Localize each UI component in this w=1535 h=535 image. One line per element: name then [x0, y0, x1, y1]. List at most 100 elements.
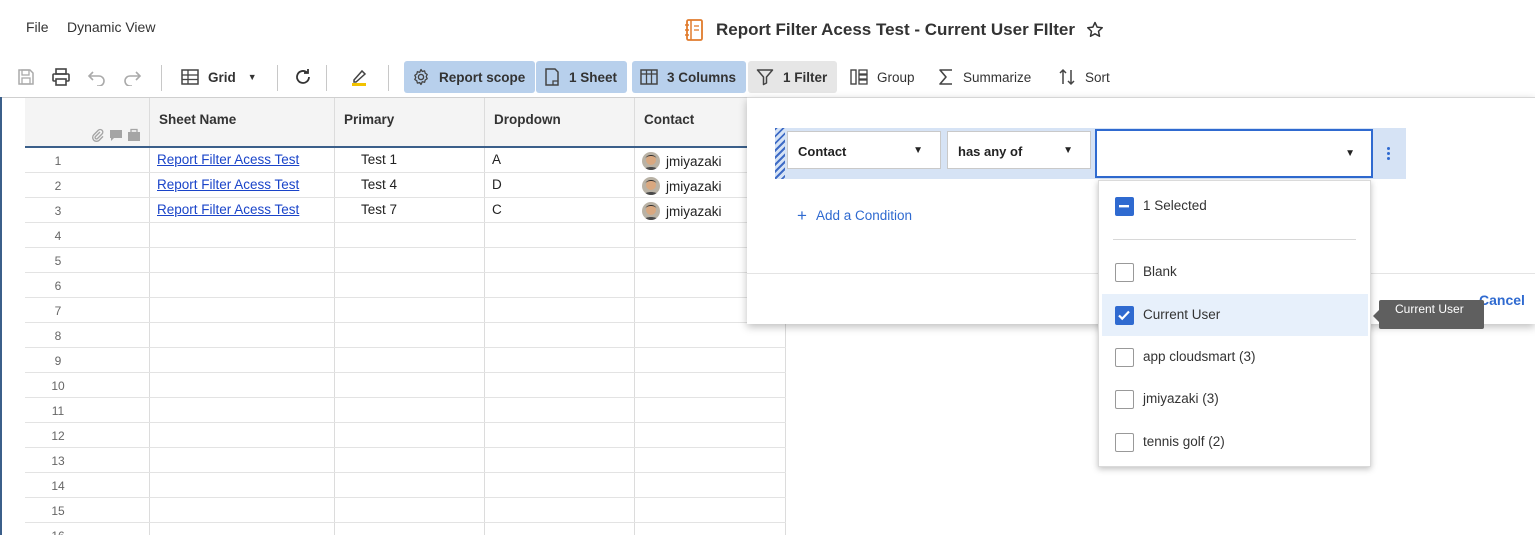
columns-button[interactable]: 3 Columns: [632, 61, 747, 93]
cell-dropdown[interactable]: [485, 473, 635, 497]
cell-sheet-name[interactable]: Report Filter Acess Test: [150, 148, 335, 172]
cell-sheet-name[interactable]: [150, 398, 335, 422]
cell-dropdown[interactable]: [485, 298, 635, 322]
report-scope-button[interactable]: Report scope: [404, 61, 536, 93]
table-row[interactable]: 11: [25, 398, 786, 423]
cell-contact[interactable]: [635, 498, 786, 522]
cell-primary[interactable]: [335, 248, 485, 272]
checked-checkbox-icon[interactable]: [1115, 306, 1134, 325]
cell-dropdown[interactable]: [485, 273, 635, 297]
cell-primary[interactable]: [335, 423, 485, 447]
cell-dropdown[interactable]: D: [485, 173, 635, 197]
cell-sheet-name[interactable]: [150, 523, 335, 535]
menu-file[interactable]: File: [26, 19, 49, 35]
cell-sheet-name[interactable]: [150, 248, 335, 272]
cell-dropdown[interactable]: [485, 423, 635, 447]
row-number[interactable]: 15: [25, 498, 150, 522]
cell-primary[interactable]: Test 4: [335, 173, 485, 197]
sort-button[interactable]: Sort: [1050, 61, 1120, 93]
cell-sheet-name[interactable]: [150, 223, 335, 247]
cell-primary[interactable]: [335, 523, 485, 535]
row-number[interactable]: 1: [25, 148, 150, 172]
table-row[interactable]: 1 Report Filter Acess Test Test 1 Ajmiyazak…: [25, 148, 786, 173]
cell-dropdown[interactable]: [485, 323, 635, 347]
operator-select[interactable]: has any of ▼: [947, 131, 1091, 169]
sheet-link[interactable]: Report Filter Acess Test: [157, 202, 299, 217]
view-switcher-button[interactable]: Grid ▼: [173, 61, 267, 93]
cell-primary[interactable]: Test 7: [335, 198, 485, 222]
cell-sheet-name[interactable]: [150, 423, 335, 447]
cell-sheet-name[interactable]: [150, 323, 335, 347]
cell-dropdown[interactable]: [485, 398, 635, 422]
row-number[interactable]: 12: [25, 423, 150, 447]
row-number[interactable]: 8: [25, 323, 150, 347]
checkbox-icon[interactable]: [1115, 263, 1134, 282]
cell-contact[interactable]: [635, 448, 786, 472]
option-item[interactable]: Current User: [1102, 294, 1368, 336]
cell-dropdown[interactable]: [485, 373, 635, 397]
field-select[interactable]: Contact ▼: [787, 131, 941, 169]
sheet-link[interactable]: Report Filter Acess Test: [157, 177, 299, 192]
cell-contact[interactable]: [635, 523, 786, 535]
option-item[interactable]: tennis golf (2): [1102, 421, 1368, 463]
save-icon[interactable]: [15, 66, 37, 88]
option-item[interactable]: jmiyazaki (3): [1102, 378, 1368, 420]
row-number[interactable]: 5: [25, 248, 150, 272]
sheet-link[interactable]: Report Filter Acess Test: [157, 152, 299, 167]
cell-dropdown[interactable]: A: [485, 148, 635, 172]
cell-sheet-name[interactable]: Report Filter Acess Test: [150, 173, 335, 197]
cell-contact[interactable]: [635, 348, 786, 372]
cell-contact[interactable]: [635, 373, 786, 397]
table-row[interactable]: 16: [25, 523, 786, 535]
cell-primary[interactable]: [335, 498, 485, 522]
cell-sheet-name[interactable]: [150, 273, 335, 297]
row-number[interactable]: 2: [25, 173, 150, 197]
cell-primary[interactable]: [335, 348, 485, 372]
cell-primary[interactable]: [335, 298, 485, 322]
cell-dropdown[interactable]: [485, 223, 635, 247]
cell-dropdown[interactable]: [485, 448, 635, 472]
row-number[interactable]: 7: [25, 298, 150, 322]
cell-sheet-name[interactable]: Report Filter Acess Test: [150, 198, 335, 222]
cell-contact[interactable]: [635, 323, 786, 347]
star-icon[interactable]: [1085, 20, 1105, 40]
menu-dynamic-view[interactable]: Dynamic View: [67, 19, 155, 35]
cell-primary[interactable]: [335, 323, 485, 347]
cell-sheet-name[interactable]: [150, 498, 335, 522]
table-row[interactable]: 2 Report Filter Acess Test Test 4 Djmiyazak…: [25, 173, 786, 198]
more-options-icon[interactable]: [1387, 147, 1391, 162]
select-all-option[interactable]: 1 Selected: [1102, 185, 1368, 227]
cell-primary[interactable]: [335, 473, 485, 497]
table-row[interactable]: 10: [25, 373, 786, 398]
redo-icon[interactable]: [121, 66, 143, 88]
cell-sheet-name[interactable]: [150, 373, 335, 397]
cell-primary[interactable]: [335, 373, 485, 397]
row-number[interactable]: 4: [25, 223, 150, 247]
row-number[interactable]: 13: [25, 448, 150, 472]
cell-dropdown[interactable]: [485, 523, 635, 535]
table-row[interactable]: 8: [25, 323, 786, 348]
row-number[interactable]: 6: [25, 273, 150, 297]
cell-primary[interactable]: [335, 223, 485, 247]
cell-sheet-name[interactable]: [150, 473, 335, 497]
cell-dropdown[interactable]: [485, 498, 635, 522]
cell-primary[interactable]: Test 1: [335, 148, 485, 172]
row-number[interactable]: 9: [25, 348, 150, 372]
column-header-sheet-name[interactable]: Sheet Name: [150, 98, 335, 146]
refresh-icon[interactable]: [292, 66, 314, 88]
column-header-dropdown[interactable]: Dropdown: [485, 98, 635, 146]
cell-primary[interactable]: [335, 448, 485, 472]
table-row[interactable]: 7: [25, 298, 786, 323]
row-number[interactable]: 16: [25, 523, 150, 535]
row-number[interactable]: 3: [25, 198, 150, 222]
value-select[interactable]: ▼: [1095, 129, 1373, 178]
cell-dropdown[interactable]: [485, 348, 635, 372]
table-row[interactable]: 12: [25, 423, 786, 448]
print-icon[interactable]: [50, 66, 72, 88]
summarize-button[interactable]: Summarize: [930, 61, 1041, 93]
cell-dropdown[interactable]: [485, 248, 635, 272]
option-item[interactable]: app cloudsmart (3): [1102, 336, 1368, 378]
drag-handle[interactable]: [775, 128, 785, 179]
cell-sheet-name[interactable]: [150, 348, 335, 372]
cell-primary[interactable]: [335, 273, 485, 297]
